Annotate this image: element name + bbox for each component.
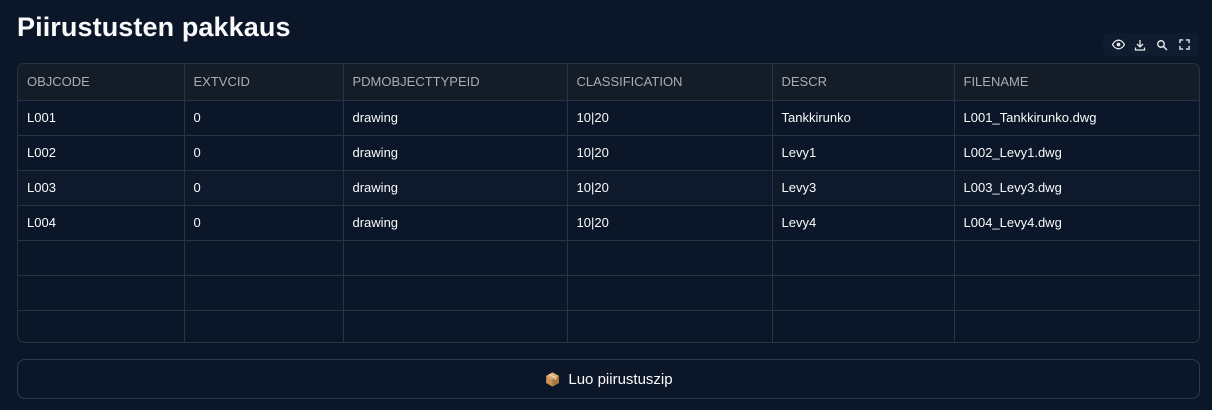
table-cell[interactable]: drawing <box>343 100 568 136</box>
empty-table-row <box>18 275 1199 311</box>
fullscreen-icon[interactable] <box>1175 36 1193 54</box>
table-cell[interactable]: 0 <box>184 135 344 171</box>
page-title: Piirustusten pakkaus <box>17 12 291 42</box>
empty-cell[interactable] <box>184 240 344 276</box>
app-page: Piirustusten pakkaus OBJCODE EXTVCID PDM… <box>0 0 1212 410</box>
table-cell[interactable]: L001 <box>18 100 185 136</box>
download-icon[interactable] <box>1131 36 1149 54</box>
empty-cell[interactable] <box>954 240 1199 276</box>
table-cell[interactable]: 10|20 <box>567 100 773 136</box>
empty-table-row <box>18 310 1199 342</box>
table-row: L004 0 drawing 10|20 Levy4 L004_Levy4.dw… <box>18 205 1199 241</box>
data-table[interactable]: OBJCODE EXTVCID PDMOBJECTTYPEID CLASSIFI… <box>17 63 1200 343</box>
empty-cell[interactable] <box>772 275 955 311</box>
table-cell[interactable]: L001_Tankkirunko.dwg <box>954 100 1199 136</box>
empty-cell[interactable] <box>18 275 185 311</box>
table-row: L001 0 drawing 10|20 Tankkirunko L001_Ta… <box>18 100 1199 136</box>
table-cell[interactable]: 0 <box>184 100 344 136</box>
empty-cell[interactable] <box>567 310 773 342</box>
table-toolbar <box>1103 33 1199 56</box>
table-row: L002 0 drawing 10|20 Levy1 L002_Levy1.dw… <box>18 135 1199 171</box>
table-cell[interactable]: drawing <box>343 205 568 241</box>
search-icon[interactable] <box>1153 36 1171 54</box>
table-cell[interactable]: 10|20 <box>567 205 773 241</box>
table-cell[interactable]: Tankkirunko <box>772 100 955 136</box>
column-header-pdmobjecttypeid[interactable]: PDMOBJECTTYPEID <box>343 64 568 101</box>
empty-cell[interactable] <box>343 310 568 342</box>
empty-cell[interactable] <box>954 310 1199 342</box>
table-cell[interactable]: L003_Levy3.dwg <box>954 170 1199 206</box>
table-cell[interactable]: drawing <box>343 170 568 206</box>
empty-cell[interactable] <box>567 240 773 276</box>
table-cell[interactable]: L002 <box>18 135 185 171</box>
table-cell[interactable]: 0 <box>184 170 344 206</box>
empty-cell[interactable] <box>772 240 955 276</box>
table-header-row: OBJCODE EXTVCID PDMOBJECTTYPEID CLASSIFI… <box>18 64 1199 101</box>
empty-cell[interactable] <box>772 310 955 342</box>
empty-cell[interactable] <box>567 275 773 311</box>
column-header-descr[interactable]: DESCR <box>772 64 955 101</box>
empty-table-row <box>18 240 1199 276</box>
table-cell[interactable]: drawing <box>343 135 568 171</box>
empty-cell[interactable] <box>954 275 1199 311</box>
column-header-extvcid[interactable]: EXTVCID <box>184 64 344 101</box>
empty-cell[interactable] <box>343 275 568 311</box>
table-cell[interactable]: Levy3 <box>772 170 955 206</box>
table-cell[interactable]: 10|20 <box>567 170 773 206</box>
package-icon <box>544 371 561 388</box>
column-header-objcode[interactable]: OBJCODE <box>18 64 185 101</box>
table-cell[interactable]: L002_Levy1.dwg <box>954 135 1199 171</box>
table-cell[interactable]: L004_Levy4.dwg <box>954 205 1199 241</box>
table-cell[interactable]: Levy4 <box>772 205 955 241</box>
empty-cell[interactable] <box>343 240 568 276</box>
table-cell[interactable]: Levy1 <box>772 135 955 171</box>
table-cell[interactable]: 0 <box>184 205 344 241</box>
table-cell[interactable]: L004 <box>18 205 185 241</box>
table-cell[interactable]: 10|20 <box>567 135 773 171</box>
column-header-filename[interactable]: FILENAME <box>954 64 1199 101</box>
table-row: L003 0 drawing 10|20 Levy3 L003_Levy3.dw… <box>18 170 1199 206</box>
empty-cell[interactable] <box>184 310 344 342</box>
create-zip-button-label: Luo piirustuszip <box>568 370 673 388</box>
empty-cell[interactable] <box>184 275 344 311</box>
empty-cell[interactable] <box>18 310 185 342</box>
table-cell[interactable]: L003 <box>18 170 185 206</box>
empty-cell[interactable] <box>18 240 185 276</box>
eye-icon[interactable] <box>1109 36 1127 54</box>
column-header-classification[interactable]: CLASSIFICATION <box>567 64 773 101</box>
create-zip-button[interactable]: Luo piirustuszip <box>17 359 1200 399</box>
